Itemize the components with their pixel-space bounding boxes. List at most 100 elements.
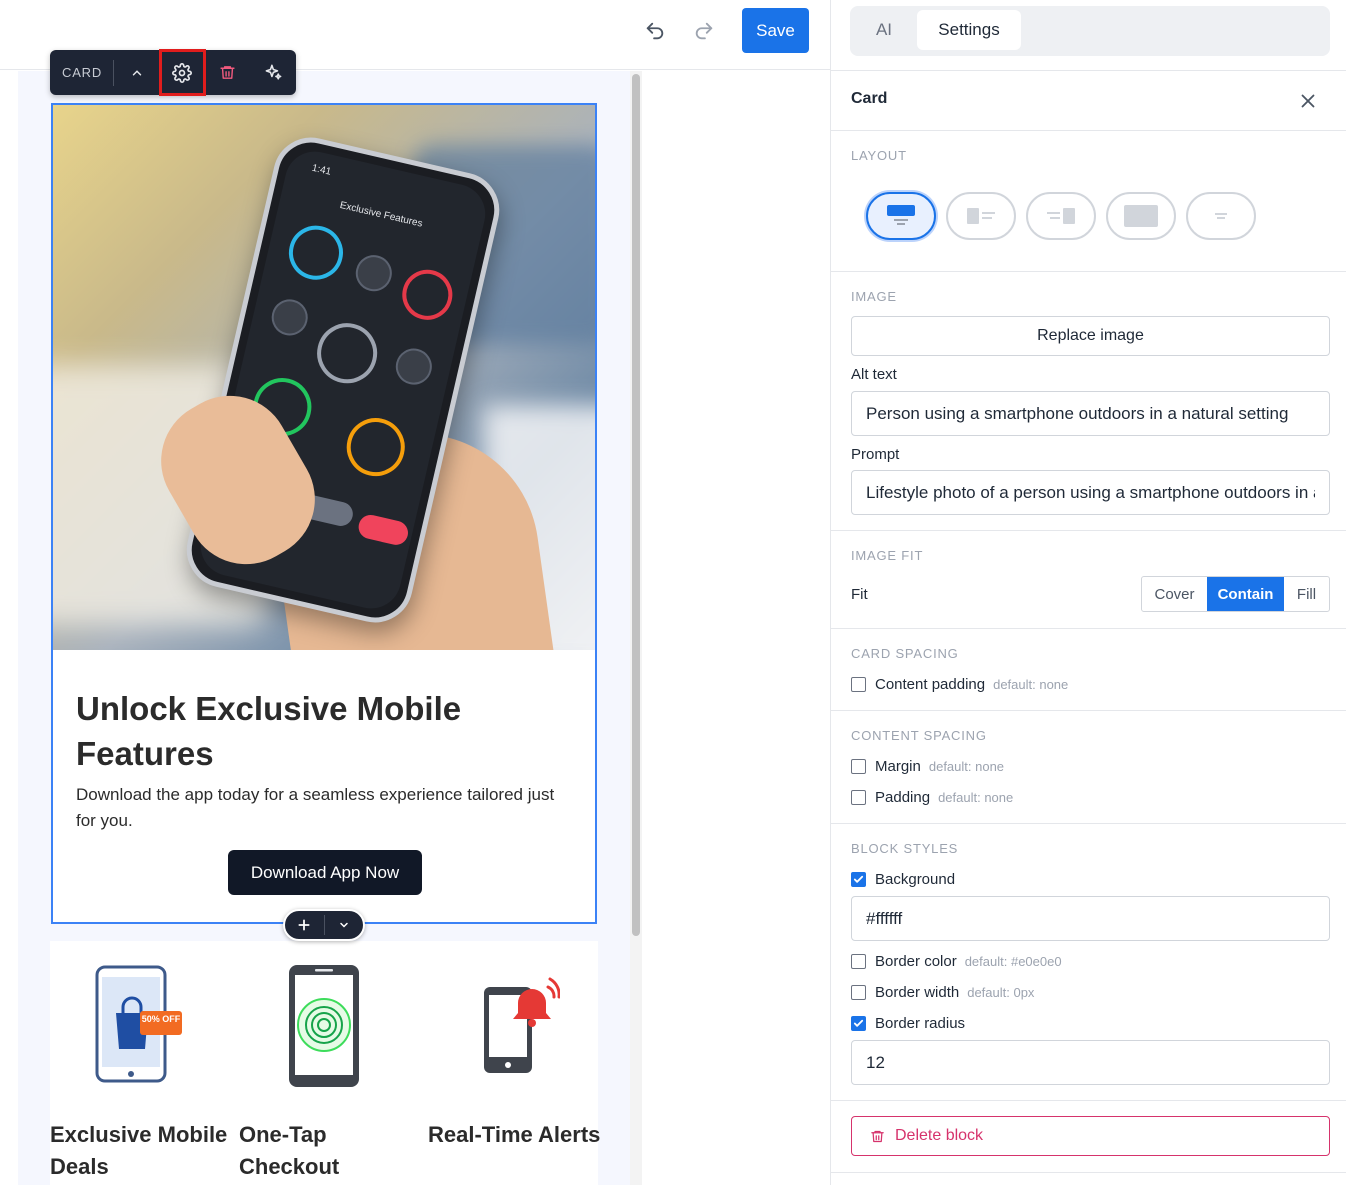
close-panel-button[interactable]	[1297, 90, 1319, 112]
shopping-phone-icon: 50% OFF	[95, 965, 182, 1083]
card-description[interactable]: Download the app today for a seamless ex…	[76, 782, 576, 834]
move-up-button[interactable]	[114, 50, 159, 95]
border-color-label: Border color	[875, 952, 957, 970]
card-hero-image: 1:41 Exclusive Features	[53, 105, 595, 650]
layout-text-only-icon	[1215, 213, 1227, 219]
panel-title: Card	[851, 90, 888, 107]
gear-icon	[172, 62, 193, 83]
section-label-content-spacing: CONTENT SPACING	[851, 728, 987, 743]
download-app-button[interactable]: Download App Now	[228, 850, 422, 895]
padding-checkbox[interactable]	[851, 789, 866, 805]
card-title[interactable]: Unlock Exclusive Mobile Features	[76, 686, 576, 776]
redo-icon	[695, 22, 713, 40]
border-color-checkbox[interactable]	[851, 953, 866, 969]
settings-panel: AI Settings Card LAYOUT IMAGE Replace im…	[830, 0, 1346, 1185]
section-label-card-spacing: CARD SPACING	[851, 646, 959, 661]
redo-button[interactable]	[690, 17, 718, 45]
section-label-layout: LAYOUT	[851, 148, 907, 163]
padding-default: default: none	[938, 789, 1014, 805]
chevron-down-icon	[339, 922, 348, 928]
app-root: Save CARD 1:41 Exclusive Features Unlock…	[0, 0, 1346, 1185]
section-label-block-styles: BLOCK STYLES	[851, 841, 959, 856]
divider	[831, 271, 1346, 272]
checkmark-icon	[853, 1019, 864, 1027]
add-block-options-button[interactable]	[324, 911, 363, 939]
deal-badge-text: 50% OFF	[142, 1014, 181, 1024]
feature-ring-icon	[283, 220, 349, 286]
divider	[831, 130, 1346, 131]
margin-default: default: none	[928, 758, 1005, 774]
trash-icon	[220, 66, 235, 79]
undo-button[interactable]	[641, 17, 669, 45]
border-radius-row: Border radius	[851, 1013, 973, 1033]
alt-text-input[interactable]	[851, 391, 1330, 436]
background-row: Background	[851, 869, 963, 889]
feature-title[interactable]: One-Tap Checkout	[239, 1119, 419, 1183]
feature-title[interactable]: Real-Time Alerts	[428, 1119, 608, 1151]
replace-image-button[interactable]: Replace image	[851, 316, 1330, 356]
save-button[interactable]: Save	[742, 8, 809, 53]
border-width-label: Border width	[875, 983, 960, 1001]
border-width-checkbox[interactable]	[851, 984, 866, 1000]
border-radius-label: Border radius	[875, 1014, 966, 1032]
divider	[831, 628, 1346, 629]
margin-row: Margin default: none	[851, 756, 1004, 776]
border-radius-input[interactable]	[851, 1040, 1330, 1085]
checkmark-icon	[853, 875, 864, 883]
layout-image-right-icon	[1047, 208, 1075, 224]
delete-block-toolbar-button[interactable]	[205, 50, 250, 95]
canvas-scrollbar[interactable]	[632, 74, 640, 936]
layout-option-image-only[interactable]	[1106, 192, 1176, 240]
layout-option-text-only[interactable]	[1186, 192, 1256, 240]
ai-magic-button[interactable]	[251, 50, 296, 95]
divider	[831, 1172, 1346, 1173]
trash-icon	[871, 1130, 884, 1142]
layout-image-left-icon	[967, 208, 995, 224]
feature-item: 50% OFF Exclusive Mobile Deals	[50, 941, 230, 1185]
layout-option-image-right[interactable]	[1026, 192, 1096, 240]
features-block[interactable]: 50% OFF Exclusive Mobile Deals One-Tap C…	[50, 941, 600, 1185]
section-label-image-fit: IMAGE FIT	[851, 548, 924, 563]
background-checkbox[interactable]	[851, 871, 866, 887]
fit-option-cover[interactable]: Cover	[1142, 577, 1207, 611]
padding-row: Padding default: none	[851, 787, 1013, 807]
content-padding-label: Content padding	[875, 675, 986, 693]
margin-checkbox[interactable]	[851, 758, 866, 774]
notification-phone-icon	[484, 977, 560, 1073]
card-block[interactable]: 1:41 Exclusive Features Unlock Exclusive…	[51, 103, 597, 924]
phone-pill-button	[356, 512, 411, 548]
feature-item: Real-Time Alerts	[428, 941, 608, 1185]
feature-ring-icon	[397, 264, 458, 325]
layout-image-only-icon	[1124, 205, 1158, 227]
feature-ring-icon	[392, 345, 436, 389]
border-width-row: Border width default: 0px	[851, 982, 1034, 1002]
divider	[831, 710, 1346, 711]
layout-option-image-left[interactable]	[946, 192, 1016, 240]
tab-ai[interactable]: AI	[854, 10, 914, 50]
feature-title[interactable]: Exclusive Mobile Deals	[50, 1119, 230, 1183]
background-color-input[interactable]	[851, 896, 1330, 941]
content-padding-checkbox[interactable]	[851, 676, 866, 692]
feature-ring-icon	[340, 412, 411, 482]
block-settings-button[interactable]	[158, 49, 207, 96]
margin-label: Margin	[875, 757, 921, 775]
border-radius-checkbox[interactable]	[851, 1015, 866, 1031]
fit-option-contain[interactable]: Contain	[1207, 577, 1284, 611]
prompt-input[interactable]	[851, 470, 1330, 515]
fit-segmented-control: Cover Contain Fill	[1141, 576, 1330, 612]
card-content: Unlock Exclusive Mobile Features Downloa…	[53, 650, 595, 922]
fingerprint-phone-icon	[289, 965, 359, 1087]
undo-icon	[646, 22, 664, 40]
prompt-label: Prompt	[851, 446, 900, 463]
block-type-label: CARD	[62, 65, 103, 80]
fit-option-fill[interactable]: Fill	[1284, 577, 1329, 611]
divider	[831, 1100, 1346, 1101]
tab-settings[interactable]: Settings	[917, 10, 1021, 50]
delete-block-button[interactable]: Delete block	[851, 1116, 1330, 1156]
divider	[831, 70, 1346, 71]
background-label: Background	[875, 870, 956, 888]
delete-block-label: Delete block	[895, 1127, 984, 1144]
layout-option-image-top[interactable]	[866, 192, 936, 240]
add-block-control	[283, 909, 365, 941]
add-block-button[interactable]	[285, 911, 324, 939]
